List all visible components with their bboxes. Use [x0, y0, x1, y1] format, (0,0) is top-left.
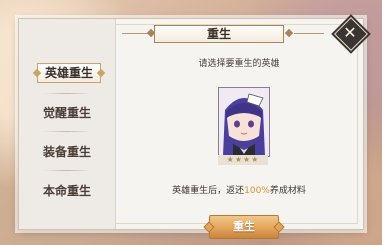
sidebar-divider	[43, 170, 91, 171]
result-suffix: 养成材料	[269, 186, 306, 196]
rebirth-dialog: 英雄重生 觉醒重生 装备重生 本命重生 重生 ✕ 请选择要重生的英雄 ★★★★	[18, 17, 368, 239]
tab-awaken-rebirth[interactable]: 觉醒重生	[19, 102, 115, 124]
hero-portrait[interactable]	[218, 87, 270, 157]
hero-portrait-art	[219, 88, 269, 156]
rebirth-button[interactable]: 重生	[209, 215, 279, 239]
title-ornament-line	[294, 33, 324, 34]
title-ornament-diamond	[284, 28, 294, 38]
dialog-title: 重生	[154, 25, 284, 43]
tab-natal-rebirth[interactable]: 本命重生	[19, 180, 115, 202]
select-hero-prompt: 请选择要重生的英雄	[198, 59, 280, 69]
tab-hero-rebirth[interactable]: 英雄重生	[37, 63, 101, 83]
sidebar-divider	[43, 93, 91, 94]
sidebar: 英雄重生 觉醒重生 装备重生 本命重生	[19, 19, 116, 229]
tab-equipment-rebirth[interactable]: 装备重生	[19, 141, 115, 163]
hero-star-rating: ★★★★	[218, 155, 268, 165]
title-bar: 重生	[122, 25, 324, 43]
rebirth-result-text: 英雄重生后，返还100%养成材料	[115, 183, 363, 196]
close-button[interactable]	[334, 17, 368, 51]
result-prefix: 英雄重生后，返还	[172, 186, 245, 196]
result-percent: 100%	[244, 186, 270, 196]
sidebar-divider	[43, 131, 91, 132]
